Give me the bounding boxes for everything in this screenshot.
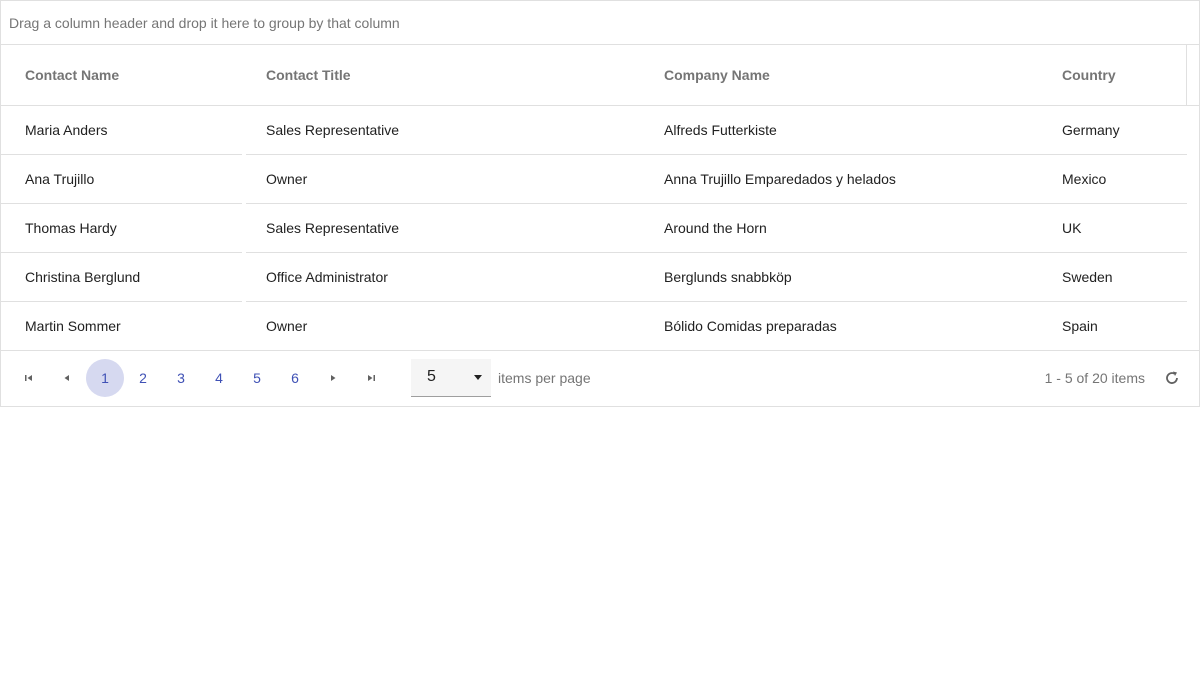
page-button-2[interactable]: 2	[124, 359, 162, 397]
first-page-button[interactable]	[10, 359, 48, 397]
pager-info: 1 - 5 of 20 items	[1044, 369, 1145, 386]
first-page-icon	[25, 374, 32, 381]
caret-down-icon	[474, 374, 482, 380]
page-button-1[interactable]: 1	[86, 358, 124, 397]
cell-company-name[interactable]: Alfreds Futterkiste	[640, 106, 1038, 154]
prev-page-icon	[64, 374, 69, 381]
cell-contact-name[interactable]: Ana Trujillo	[1, 155, 242, 203]
items-per-page-label: items per page	[498, 369, 591, 386]
column-header-contact-title[interactable]: Contact Title	[242, 45, 640, 105]
header-scroll-gutter	[1186, 45, 1199, 105]
cell-company-name[interactable]: Berglunds snabbköp	[640, 253, 1038, 301]
data-grid: Drag a column header and drop it here to…	[0, 0, 1200, 407]
cell-country[interactable]: Mexico	[1038, 155, 1187, 203]
cell-contact-title[interactable]: Sales Representative	[242, 204, 640, 252]
prev-page-button[interactable]	[48, 359, 86, 397]
cell-company-name[interactable]: Around the Horn	[640, 204, 1038, 252]
column-header-contact-name[interactable]: Contact Name	[1, 45, 242, 105]
table-row[interactable]: Martin Sommer Owner Bólido Comidas prepa…	[1, 302, 1187, 350]
next-page-button[interactable]	[314, 359, 352, 397]
table-row[interactable]: Christina Berglund Office Administrator …	[1, 253, 1187, 302]
table-row[interactable]: Maria Anders Sales Representative Alfred…	[1, 106, 1187, 155]
column-header-country[interactable]: Country	[1038, 45, 1187, 105]
next-page-icon	[331, 374, 336, 381]
group-panel[interactable]: Drag a column header and drop it here to…	[1, 1, 1199, 45]
cell-contact-title[interactable]: Office Administrator	[242, 253, 640, 301]
grid-body: Maria Anders Sales Representative Alfred…	[1, 106, 1187, 350]
cell-contact-name[interactable]: Christina Berglund	[1, 253, 242, 301]
cell-country[interactable]: UK	[1038, 204, 1187, 252]
page-size-value: 5	[427, 368, 436, 385]
refresh-button[interactable]	[1162, 368, 1182, 388]
pager: 1 2 3 4 5 6 5 items per page 1 - 5 of 20…	[1, 350, 1199, 404]
grid-header: Contact Name Contact Title Company Name …	[1, 45, 1199, 106]
page-button-6[interactable]: 6	[276, 359, 314, 397]
column-header-company-name[interactable]: Company Name	[640, 45, 1038, 105]
cell-contact-name[interactable]: Martin Sommer	[1, 302, 242, 350]
cell-contact-title[interactable]: Sales Representative	[242, 106, 640, 154]
cell-country[interactable]: Sweden	[1038, 253, 1187, 301]
page-button-4[interactable]: 4	[200, 359, 238, 397]
cell-contact-title[interactable]: Owner	[242, 155, 640, 203]
last-page-icon	[368, 374, 375, 381]
cell-country[interactable]: Spain	[1038, 302, 1187, 350]
page-button-3[interactable]: 3	[162, 359, 200, 397]
cell-contact-name[interactable]: Maria Anders	[1, 106, 242, 154]
cell-company-name[interactable]: Anna Trujillo Emparedados y helados	[640, 155, 1038, 203]
cell-company-name[interactable]: Bólido Comidas preparadas	[640, 302, 1038, 350]
table-row[interactable]: Ana Trujillo Owner Anna Trujillo Empared…	[1, 155, 1187, 204]
cell-contact-title[interactable]: Owner	[242, 302, 640, 350]
refresh-icon	[1166, 371, 1178, 384]
page-button-5[interactable]: 5	[238, 359, 276, 397]
cell-country[interactable]: Germany	[1038, 106, 1187, 154]
last-page-button[interactable]	[352, 359, 390, 397]
page-size-select[interactable]: 5	[411, 358, 491, 397]
cell-contact-name[interactable]: Thomas Hardy	[1, 204, 242, 252]
group-panel-hint: Drag a column header and drop it here to…	[9, 14, 400, 31]
table-row[interactable]: Thomas Hardy Sales Representative Around…	[1, 204, 1187, 253]
